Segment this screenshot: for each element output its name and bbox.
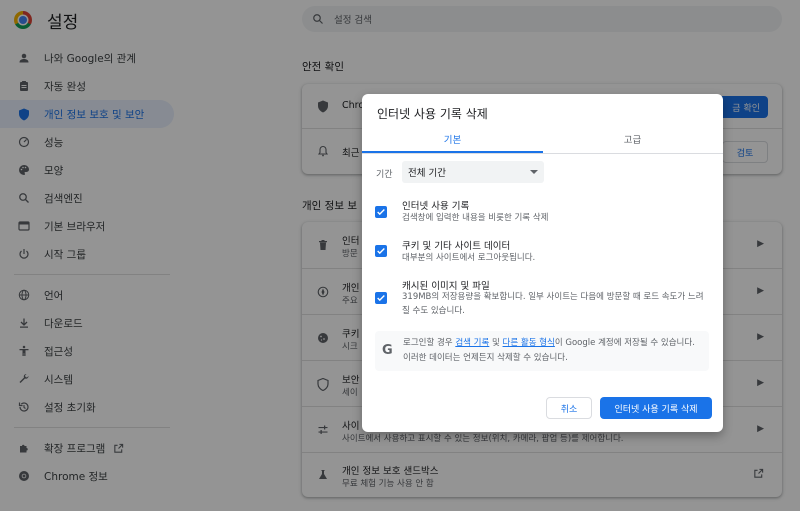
tab-advanced[interactable]: 고급 [542, 126, 723, 152]
option-title: 쿠키 및 기타 사이트 데이터 [402, 241, 511, 252]
time-range-value: 전체 기간 [408, 168, 446, 179]
time-range-label: 기간 [376, 170, 393, 180]
dialog-tabs: 기본 고급 [362, 126, 723, 154]
option-description: 검색창에 입력한 내용을 비롯한 기록 삭제 [402, 213, 549, 223]
option-title: 인터넷 사용 기록 [402, 201, 470, 212]
notice-text: 로그인할 경우 검색 기록 및 다른 활동 형식이 Google 계정에 저장될… [403, 336, 703, 366]
time-range-select[interactable]: 전체 기간 [402, 161, 544, 183]
settings-page: 설정 설정 검색 나와 Google의 관계 자동 완성 개인 정보 보호 및 … [0, 0, 800, 511]
checkmark-icon [377, 294, 385, 302]
notice-text-mid: 및 [489, 338, 503, 348]
search-history-link[interactable]: 검색 기록 [455, 338, 489, 348]
google-account-notice: G 로그인할 경우 검색 기록 및 다른 활동 형식이 Google 계정에 저… [375, 331, 709, 371]
clear-browsing-data-dialog: 인터넷 사용 기록 삭제 기본 고급 기간 전체 기간 인터넷 사용 기록 검색… [362, 94, 723, 432]
tab-basic[interactable]: 기본 [362, 126, 543, 153]
checkmark-icon [377, 247, 385, 255]
dropdown-arrow-icon [530, 170, 538, 174]
clear-data-button[interactable]: 인터넷 사용 기록 삭제 [600, 397, 712, 419]
other-activity-link[interactable]: 다른 활동 형식 [503, 338, 555, 348]
browsing-history-checkbox[interactable] [375, 206, 387, 218]
option-description: 319MB의 저장용량을 확보합니다. 일부 사이트는 다음에 방문할 때 로드… [402, 292, 704, 316]
cookies-checkbox[interactable] [375, 245, 387, 257]
option-description: 대부분의 사이트에서 로그아웃됩니다. [402, 253, 536, 263]
google-g-icon: G [382, 343, 393, 358]
dialog-title: 인터넷 사용 기록 삭제 [377, 107, 488, 121]
notice-text-prefix: 로그인할 경우 [403, 338, 456, 348]
cancel-button[interactable]: 취소 [546, 397, 592, 419]
checkmark-icon [377, 208, 385, 216]
cached-images-checkbox[interactable] [375, 292, 387, 304]
